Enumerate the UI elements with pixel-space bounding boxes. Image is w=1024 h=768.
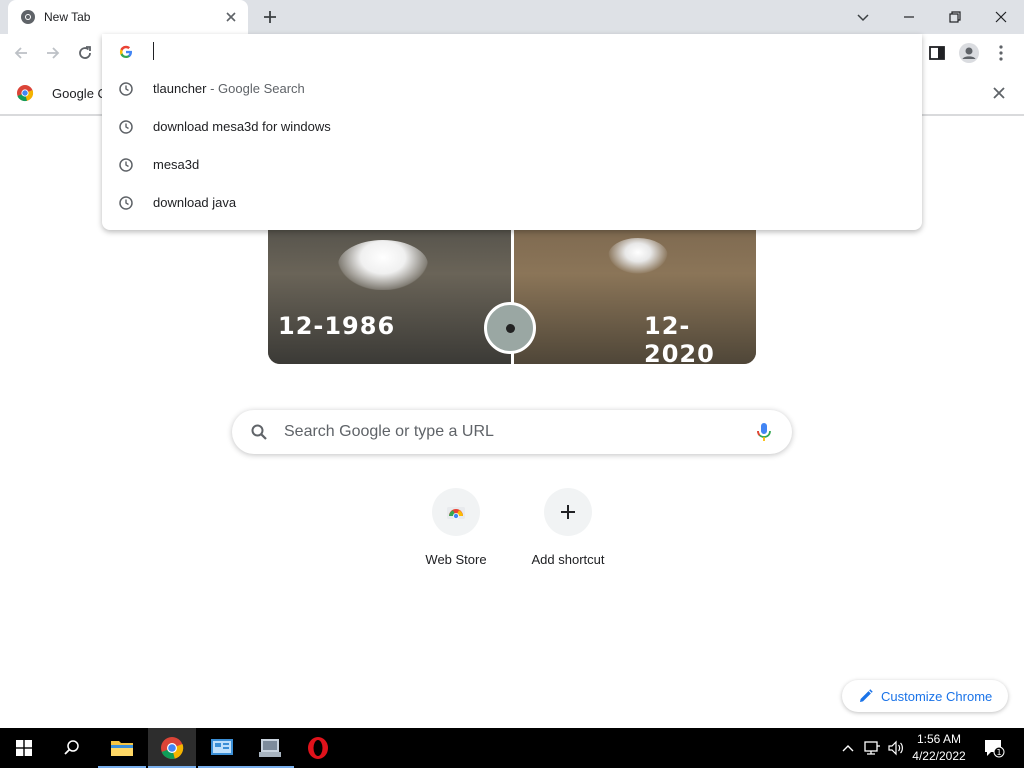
search-box[interactable]: Search Google or type a URL (232, 410, 792, 454)
infobar-text: Google C (52, 86, 107, 101)
customize-chrome-button[interactable]: Customize Chrome (842, 680, 1008, 712)
search-icon (64, 740, 79, 755)
suggestion-item[interactable]: tlauncher - Google Search (102, 70, 922, 108)
history-clock-icon (119, 82, 133, 96)
suggestion-item[interactable]: download mesa3d for windows (102, 108, 922, 146)
text-caret (153, 42, 154, 60)
volume-icon[interactable] (886, 738, 906, 758)
doodle-date-right: 12-2020 (644, 312, 715, 364)
pencil-icon (860, 689, 873, 702)
customize-chrome-label: Customize Chrome (881, 689, 993, 704)
suggestion-item[interactable]: download java (102, 184, 922, 222)
chrome-logo-icon (161, 737, 184, 759)
tab-title: New Tab (44, 10, 91, 24)
tab-search-icon[interactable] (852, 6, 874, 28)
history-clock-icon (119, 158, 133, 172)
doodle-snowcap (338, 240, 428, 290)
microphone-icon[interactable] (754, 421, 774, 443)
chevron-up-icon[interactable] (838, 738, 858, 758)
suggestion-text: download mesa3d for windows (153, 119, 331, 134)
clock-date: 4/22/2022 (912, 749, 966, 763)
taskbar-network-app[interactable] (246, 728, 294, 768)
notification-center-icon[interactable]: 1 (982, 736, 1006, 760)
shortcut-label: Add shortcut (531, 552, 605, 567)
opera-logo-icon (308, 737, 328, 759)
tab-strip: New Tab (0, 0, 1024, 34)
address-bar[interactable] (102, 34, 922, 70)
globe-icon[interactable] (484, 302, 536, 354)
menu-kebab-icon[interactable] (990, 42, 1012, 64)
chrome-logo-icon (17, 85, 34, 102)
back-icon[interactable] (10, 42, 32, 64)
tab-new-tab[interactable]: New Tab (8, 0, 248, 34)
restore-icon[interactable] (944, 6, 966, 28)
suggestion-text: tlauncher (153, 81, 207, 96)
shortcut-web-store[interactable]: Web Store (406, 488, 506, 578)
forward-icon[interactable] (42, 42, 64, 64)
chrome-web-store-icon (447, 507, 465, 519)
history-clock-icon (119, 120, 133, 134)
start-button[interactable] (0, 728, 48, 768)
taskbar-chrome[interactable] (148, 728, 196, 768)
history-clock-icon (119, 196, 133, 210)
side-panel-icon[interactable] (926, 42, 948, 64)
suggestion-text: mesa3d (153, 157, 200, 172)
close-tab-icon[interactable] (223, 9, 239, 25)
taskbar-search-button[interactable] (48, 728, 96, 768)
search-placeholder: Search Google or type a URL (284, 423, 494, 440)
suggestion-item[interactable]: mesa3d (102, 146, 922, 184)
google-g-icon (119, 45, 132, 58)
reload-icon[interactable] (74, 42, 96, 64)
system-clock[interactable]: 1:56 AM 4/22/2022 (908, 731, 970, 765)
profile-avatar-icon[interactable] (958, 42, 980, 64)
add-shortcut-button[interactable]: Add shortcut (518, 488, 618, 578)
plus-icon (561, 505, 575, 519)
taskbar-opera[interactable] (294, 728, 342, 768)
taskbar-file-explorer[interactable] (98, 728, 146, 768)
doodle-date-left: 12-1986 (278, 312, 396, 340)
windows-taskbar: 1:56 AM 4/22/2022 1 (0, 728, 1024, 768)
clock-time: 1:56 AM (916, 732, 962, 746)
search-icon (251, 424, 267, 440)
omnibox-dropdown: tlauncher - Google Search download mesa3… (102, 34, 922, 230)
suggestion-text: download java (153, 195, 237, 210)
notification-count: 1 (996, 748, 1001, 757)
infobar-close-icon[interactable] (990, 84, 1008, 102)
folder-icon (111, 741, 133, 756)
windows-logo-icon (16, 740, 32, 756)
taskbar-control-panel[interactable] (198, 728, 246, 768)
chrome-icon (21, 10, 35, 24)
doodle-snowcap (608, 238, 668, 274)
close-window-icon[interactable] (990, 6, 1012, 28)
monitor-app-icon (259, 739, 281, 757)
new-tab-icon[interactable] (260, 7, 280, 27)
suggestion-suffix: - Google Search (206, 81, 305, 96)
network-icon[interactable] (862, 738, 882, 758)
control-panel-icon (211, 739, 233, 755)
minimize-icon[interactable] (898, 6, 920, 28)
shortcut-label: Web Store (425, 552, 487, 567)
